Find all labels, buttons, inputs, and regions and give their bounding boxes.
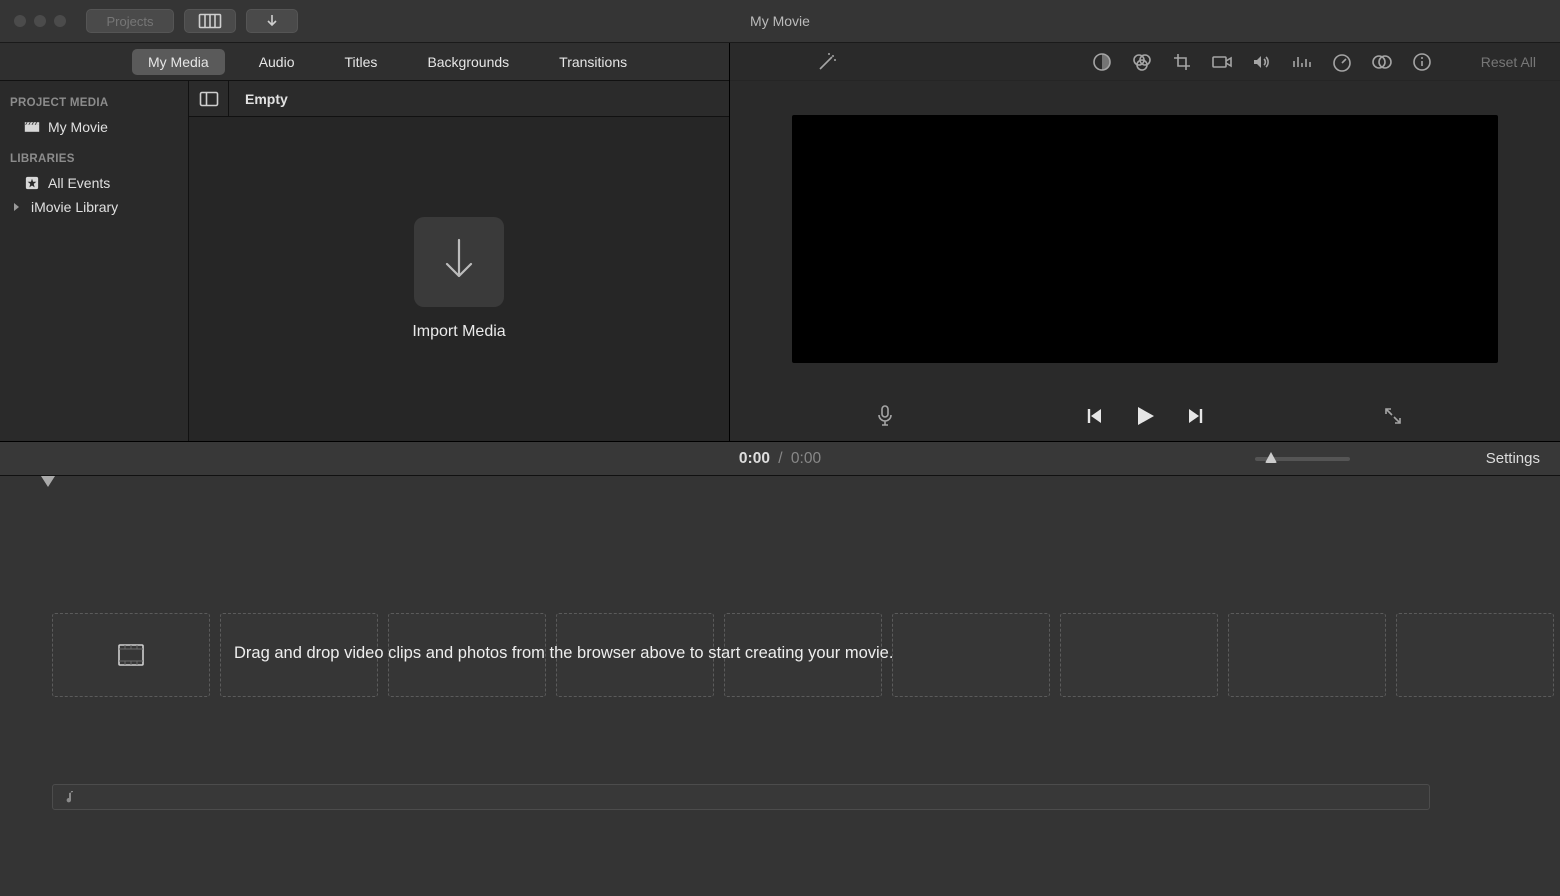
previous-frame-button[interactable]: [1085, 407, 1105, 425]
timeline-settings-button[interactable]: Settings: [1486, 450, 1540, 467]
upper-panels: My Media Audio Titles Backgrounds Transi…: [0, 43, 1560, 442]
sidebar-header-libraries: LIBRARIES: [10, 153, 188, 165]
import-arrow-icon: [437, 236, 481, 288]
sidebar-item-project-label: My Movie: [48, 119, 108, 135]
media-browser-button[interactable]: ♪: [184, 9, 236, 33]
viewer-panel: Reset All: [730, 43, 1560, 441]
left-body: PROJECT MEDIA My Movie LIBRARIES All Eve…: [0, 81, 729, 441]
color-balance-icon[interactable]: [1091, 51, 1113, 73]
time-separator: /: [778, 450, 782, 467]
sidebar-item-imovie-library[interactable]: iMovie Library: [8, 195, 188, 219]
transport-controls: [730, 391, 1560, 441]
playhead[interactable]: [47, 476, 49, 896]
sidebar-header-project-media: PROJECT MEDIA: [10, 97, 188, 109]
play-button[interactable]: [1133, 404, 1157, 428]
clip-filter-icon[interactable]: [1371, 51, 1393, 73]
timeline-hint: Drag and drop video clips and photos fro…: [234, 644, 893, 663]
browser-body[interactable]: Import Media: [189, 117, 729, 441]
stabilization-icon[interactable]: [1211, 51, 1233, 73]
media-browser: Empty Import Media: [188, 81, 729, 441]
tab-transitions[interactable]: Transitions: [543, 49, 643, 75]
speed-icon[interactable]: [1331, 51, 1353, 73]
tab-backgrounds[interactable]: Backgrounds: [411, 49, 525, 75]
clip-placeholder: [1060, 613, 1218, 697]
clip-placeholder: [52, 613, 210, 697]
timecode-display: 0:00 / 0:00: [739, 450, 821, 468]
viewer-wrap: [730, 81, 1560, 391]
clip-placeholder: [1228, 613, 1386, 697]
import-media-button[interactable]: [414, 217, 504, 307]
titlebar: Projects ♪ My Movie: [0, 0, 1560, 43]
projects-button[interactable]: Projects: [86, 9, 174, 33]
playback-controls: [1085, 404, 1205, 428]
noise-reduction-icon[interactable]: [1291, 51, 1313, 73]
filmstrip-icon: [118, 644, 144, 666]
zoom-slider[interactable]: [1255, 457, 1350, 461]
reset-all-button[interactable]: Reset All: [1481, 54, 1536, 70]
browser-header: Empty: [189, 81, 729, 117]
next-frame-button[interactable]: [1185, 407, 1205, 425]
fullscreen-button[interactable]: [1382, 405, 1404, 427]
music-note-icon: [61, 789, 75, 805]
toolbar-buttons: Projects ♪: [86, 9, 298, 33]
current-time: 0:00: [739, 450, 770, 467]
sidebar-item-project[interactable]: My Movie: [18, 115, 188, 139]
info-icon[interactable]: [1411, 51, 1433, 73]
voiceover-record-button[interactable]: [874, 405, 896, 427]
import-media-label: Import Media: [412, 323, 505, 341]
volume-icon[interactable]: [1251, 51, 1273, 73]
disclosure-triangle-icon[interactable]: [14, 203, 19, 211]
sidebar-item-imovie-library-label: iMovie Library: [31, 199, 118, 215]
color-correction-icon[interactable]: [1131, 51, 1153, 73]
clapperboard-icon: [24, 120, 40, 134]
minimize-window-icon[interactable]: [34, 15, 46, 27]
crop-icon[interactable]: [1171, 51, 1193, 73]
audio-track[interactable]: [52, 784, 1430, 810]
zoom-window-icon[interactable]: [54, 15, 66, 27]
left-panel: My Media Audio Titles Backgrounds Transi…: [0, 43, 730, 441]
enhance-magic-wand-icon[interactable]: [816, 51, 838, 73]
sidebar-toggle-button[interactable]: [189, 81, 229, 117]
import-button[interactable]: [246, 9, 298, 33]
sidebar: PROJECT MEDIA My Movie LIBRARIES All Eve…: [0, 81, 188, 441]
video-viewer[interactable]: [792, 115, 1498, 363]
total-duration: 0:00: [791, 450, 821, 467]
close-window-icon[interactable]: [14, 15, 26, 27]
star-box-icon: [24, 176, 40, 190]
download-arrow-icon: [264, 13, 280, 29]
sidebar-item-all-events-label: All Events: [48, 175, 110, 191]
sidebar-item-all-events[interactable]: All Events: [18, 171, 188, 195]
filmstrip-icon: ♪: [198, 13, 222, 29]
sidebar-icon: [199, 91, 219, 107]
window-controls[interactable]: [14, 15, 66, 27]
tab-titles[interactable]: Titles: [329, 49, 394, 75]
timeline-toolbar: 0:00 / 0:00 Settings: [0, 442, 1560, 476]
tab-audio[interactable]: Audio: [243, 49, 311, 75]
projects-button-label: Projects: [107, 14, 154, 29]
media-tabs: My Media Audio Titles Backgrounds Transi…: [0, 43, 729, 81]
browser-title: Empty: [229, 91, 288, 107]
tab-my-media[interactable]: My Media: [132, 49, 225, 75]
clip-placeholder: [892, 613, 1050, 697]
clip-placeholder: [1396, 613, 1554, 697]
timeline[interactable]: Drag and drop video clips and photos fro…: [0, 476, 1560, 896]
adjustments-toolbar: Reset All: [730, 43, 1560, 81]
